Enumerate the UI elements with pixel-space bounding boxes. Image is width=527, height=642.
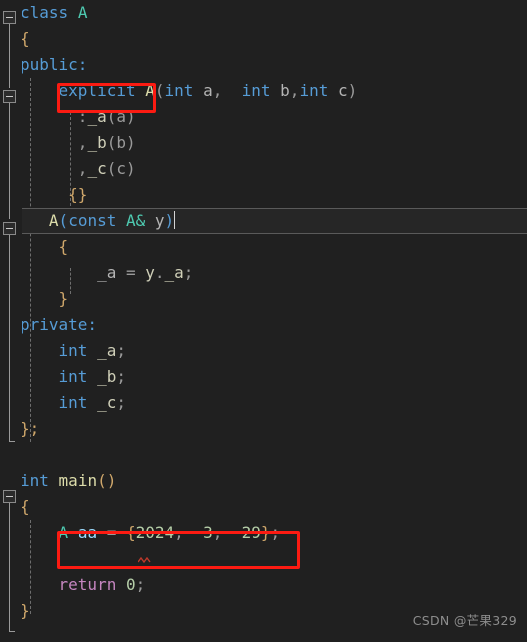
fold-toggle-ctor[interactable] — [3, 90, 16, 103]
code-editor[interactable]: class A { public: explicit A(int a, int … — [0, 0, 527, 642]
keyword-class: class — [20, 3, 69, 22]
code-line-7[interactable]: ,_c(c) — [0, 156, 527, 182]
keyword-int: int — [20, 471, 49, 490]
fold-guide-line — [9, 103, 10, 219]
field-a: _a — [97, 341, 117, 360]
code-line-11[interactable]: _a = y._a; — [0, 260, 527, 286]
keyword-int: int — [299, 81, 329, 100]
param-y: y — [154, 211, 165, 230]
code-line-5[interactable]: :_a(a) — [0, 104, 527, 130]
code-line-21[interactable]: A aa = {2024, 3, 29}; — [0, 520, 527, 546]
literal-2024: 2024 — [135, 523, 175, 542]
member-init-a: _a — [87, 107, 107, 126]
empty-ctor-body: {} — [68, 185, 88, 204]
access-specifier-public: public: — [20, 55, 88, 74]
code-line-20[interactable]: { — [0, 494, 527, 520]
code-line-22[interactable] — [0, 546, 527, 572]
fold-guide-line — [9, 503, 10, 631]
code-line-6[interactable]: ,_b(b) — [0, 130, 527, 156]
type-A-ref: A& — [126, 211, 146, 230]
field-c: _c — [97, 393, 117, 412]
param-b: b — [280, 81, 290, 100]
fold-toggle-main[interactable] — [3, 490, 16, 503]
code-content[interactable]: class A { public: explicit A(int a, int … — [0, 0, 527, 624]
brace-open: { — [58, 237, 69, 256]
literal-29: 29 — [241, 523, 261, 542]
copy-ctor-name-A: A — [48, 211, 59, 230]
fold-guide-line — [9, 24, 10, 88]
init-list-open-brace: { — [126, 523, 136, 542]
source-object-y: y — [145, 263, 155, 282]
variable-aa: aa — [77, 523, 98, 542]
type-A: A — [58, 523, 69, 542]
fold-guide-end — [9, 441, 15, 442]
brace-init-error-squiggle — [138, 557, 151, 564]
editor-gutter[interactable] — [0, 0, 22, 642]
code-line-16[interactable]: int _c; — [0, 390, 527, 416]
assign-target-member-a: _a — [97, 263, 117, 282]
keyword-return: return — [58, 575, 117, 594]
literal-0: 0 — [125, 575, 136, 594]
param-a: a — [203, 81, 213, 100]
access-specifier-private: private: — [20, 315, 98, 334]
code-line-23[interactable]: return 0; — [0, 572, 527, 598]
fold-guide-line — [9, 235, 10, 441]
keyword-int: int — [58, 393, 88, 412]
main-parens: () — [97, 471, 117, 490]
code-line-9[interactable]: A(const A& y) — [0, 208, 527, 234]
fold-toggle-class[interactable] — [3, 11, 16, 24]
code-line-13[interactable]: private: — [0, 312, 527, 338]
param-c: c — [337, 81, 348, 100]
code-line-19[interactable]: int main() — [0, 468, 527, 494]
function-name-main: main — [58, 471, 98, 490]
csdn-watermark: CSDN @芒果329 — [412, 613, 517, 628]
code-line-3[interactable]: public: — [0, 52, 527, 78]
keyword-explicit: explicit — [58, 81, 136, 100]
code-line-2[interactable]: { — [0, 26, 527, 52]
field-b: _b — [97, 367, 117, 386]
source-member-a: _a — [164, 263, 184, 282]
fold-toggle-copy-ctor[interactable] — [3, 222, 16, 235]
class-name-A: A — [77, 3, 88, 22]
code-line-10[interactable]: { — [0, 234, 527, 260]
code-line-17[interactable]: }; — [0, 416, 527, 442]
code-line-1[interactable]: class A — [0, 0, 527, 26]
member-init-b: _b — [87, 133, 107, 152]
code-line-14[interactable]: int _a; — [0, 338, 527, 364]
keyword-int: int — [164, 81, 194, 100]
init-list-close-brace: } — [260, 523, 271, 542]
ctor-name-A: A — [145, 81, 155, 100]
code-line-12[interactable]: } — [0, 286, 527, 312]
keyword-int: int — [241, 81, 271, 100]
member-init-c: _c — [87, 159, 107, 178]
text-cursor — [174, 211, 176, 229]
fold-guide-end — [9, 631, 15, 632]
code-line-18[interactable] — [0, 442, 527, 468]
brace-close: } — [58, 289, 69, 308]
class-close-brace: }; — [20, 419, 40, 438]
literal-3: 3 — [203, 523, 213, 542]
code-line-15[interactable]: int _b; — [0, 364, 527, 390]
keyword-const: const — [68, 211, 117, 230]
keyword-int: int — [58, 367, 88, 386]
keyword-int: int — [58, 341, 88, 360]
code-line-8[interactable]: {} — [0, 182, 527, 208]
code-line-4[interactable]: explicit A(int a, int b,int c) — [0, 78, 527, 104]
